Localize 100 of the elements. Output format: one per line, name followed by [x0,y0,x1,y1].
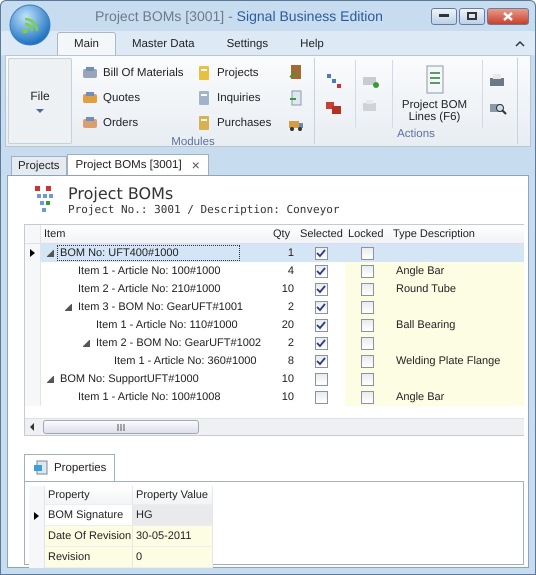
door-icon[interactable] [288,64,304,80]
module-button[interactable]: Purchases [196,113,276,134]
selected-checkbox[interactable] [314,246,328,260]
selected-checkbox[interactable] [314,372,328,386]
property-value: HG [136,509,152,521]
ribbon-tab[interactable]: Help [284,33,340,55]
scroll-left-icon[interactable] [29,423,35,431]
locked-checkbox[interactable] [361,246,374,260]
qty-cell: 20 [282,319,294,331]
item-cell: BOM No: UFT400#1000 [58,246,239,260]
property-value: 30-05-2011 [136,530,192,542]
type-description-cell: Round Tube [396,283,456,295]
column-header[interactable]: Qty [273,225,297,243]
module-icon [82,64,98,81]
ribbon-tab[interactable]: Settings [210,33,284,55]
type-description-cell: Ball Bearing [396,319,456,331]
grid-row[interactable]: BOM No: SupportUFT#1000 10 [25,370,524,388]
page-subtitle: Project No.: 3001 / Description: Conveyor [68,203,340,216]
row-indicator[interactable] [25,244,41,262]
column-header[interactable]: Selected [297,225,345,243]
dropdown-arrow-icon [36,109,44,113]
qty-cell: 1 [288,247,294,259]
item-cell-text: Item 1 - Article No: 360#1000 [113,354,258,368]
group-label: Actions [396,128,436,142]
grid-row[interactable]: Item 2 - Article No: 210#1000 10 Round Tube [25,280,524,298]
locked-checkbox[interactable] [361,318,374,332]
locked-checkbox[interactable] [361,336,374,350]
document-arrow-icon[interactable] [288,90,304,106]
item-cell-text: Item 1 - Article No: 100#1000 [77,264,222,278]
module-icon [196,115,212,132]
module-button[interactable]: Bill Of Materials [82,62,190,83]
boxes-icon[interactable] [325,99,343,115]
property-name: Revision [48,551,90,563]
selected-checkbox[interactable] [314,282,328,296]
minimize-button[interactable] [431,8,457,24]
grid-row[interactable]: Item 1 - Article No: 100#1000 4 Angle Bar [25,262,524,280]
qty-cell: 2 [288,337,294,349]
file-button[interactable]: File [8,58,72,144]
locked-checkbox[interactable] [361,300,374,314]
module-button[interactable]: Quotes [82,88,190,108]
selected-checkbox[interactable] [314,354,328,368]
item-cell-text: Item 2 - BOM No: GearUFT#1002 [95,336,262,350]
selected-checkbox[interactable] [314,390,328,404]
close-button[interactable] [487,8,529,24]
property-row[interactable]: BOM Signature HG [29,505,213,526]
grid-row[interactable]: Item 1 - Article No: 100#1008 10 Angle Bar [25,388,524,406]
item-cell-text: Item 2 - Article No: 210#1000 [77,282,222,296]
selected-checkbox[interactable] [314,336,328,350]
qty-cell: 2 [288,301,294,313]
property-row[interactable]: Revision 0 [29,547,213,568]
page-title: Project BOMs [68,184,174,203]
module-button[interactable]: Orders [82,113,190,134]
ribbon-tab[interactable]: Master Data [116,33,211,55]
properties-tab[interactable]: Properties [24,454,116,481]
module-button[interactable]: Projects [196,62,276,83]
project-bom-lines-button[interactable]: Project BOM Lines (F6) [392,60,476,128]
column-header[interactable]: Locked [345,225,390,243]
type-description-cell: Angle Bar [396,265,444,277]
nodes-icon[interactable] [326,73,342,89]
locked-checkbox[interactable] [361,372,374,386]
column-header[interactable]: Item [41,225,273,243]
qty-cell: 10 [282,283,294,295]
maximize-button[interactable] [459,8,485,24]
locked-checkbox[interactable] [361,354,374,368]
property-row[interactable]: Date Of Revision 30-05-2011 [29,526,213,547]
grid-row[interactable]: BOM No: UFT400#1000 1 [25,244,524,262]
qty-cell: 4 [288,265,294,277]
app-name: Signal Business Edition [236,8,383,24]
expander-icon[interactable] [47,250,54,256]
grid-row[interactable]: Item 3 - BOM No: GearUFT#1001 2 [25,298,524,316]
module-icon [196,64,212,81]
selected-checkbox[interactable] [314,300,328,314]
locked-checkbox[interactable] [361,282,374,296]
ribbon-tab[interactable]: Main [57,32,116,55]
property-name: BOM Signature [48,509,124,521]
close-tab-button[interactable]: × [192,160,200,170]
grid-row[interactable]: Item 2 - BOM No: GearUFT#1002 2 [25,334,524,352]
collapse-ribbon-icon[interactable] [515,40,525,47]
module-button[interactable]: Inquiries [196,88,276,108]
grid-row[interactable]: Item 1 - Article No: 360#1000 8 Welding Plate Flange [25,352,524,370]
current-row-icon [30,249,35,257]
column-header[interactable]: Type Description [390,225,524,243]
selected-checkbox[interactable] [314,318,328,332]
locked-checkbox[interactable] [361,390,374,404]
group-label: Modules [170,136,216,148]
type-description-cell: Angle Bar [396,391,444,403]
locked-checkbox[interactable] [361,264,374,278]
type-description-cell: Welding Plate Flange [396,355,500,367]
expander-icon[interactable] [47,376,54,382]
document-tab[interactable]: Projects [11,156,67,175]
window-title: Project BOMs [3001] - [95,8,234,24]
selected-checkbox[interactable] [314,264,328,278]
grid-row[interactable]: Item 1 - Article No: 110#1000 20 Ball Bearing [25,316,524,334]
scrollbar-thumb[interactable] [43,420,199,434]
expander-icon[interactable] [65,304,72,310]
expander-icon[interactable] [83,340,90,346]
printer-icon[interactable] [489,73,507,89]
item-cell-text: Item 1 - Article No: 110#1000 [95,318,239,332]
app-orb-icon[interactable] [9,4,51,46]
document-tab[interactable]: Project BOMs [3001] × [66,154,209,175]
